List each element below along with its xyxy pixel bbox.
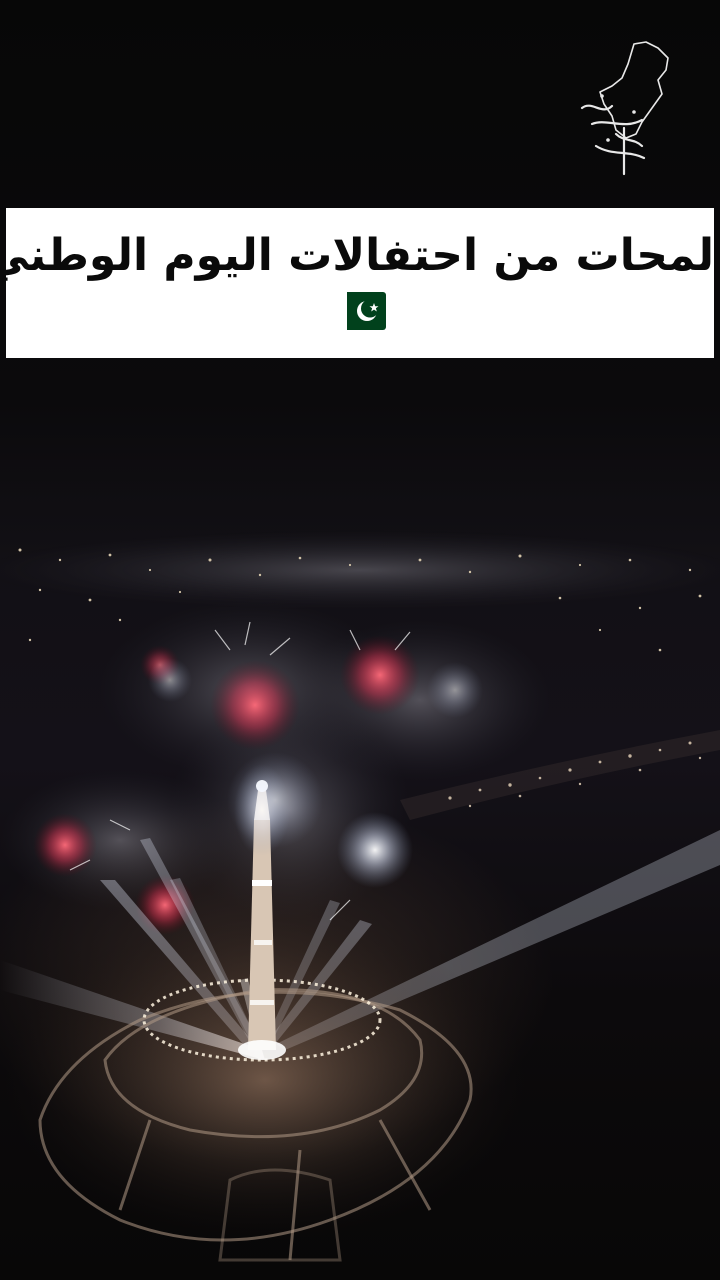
caption-title: لمحات من احتفالات اليوم الوطني [0, 230, 714, 281]
pakistan-flag-icon [334, 292, 386, 330]
pakistan-map-calligraphy-icon [580, 41, 669, 176]
caption-banner: لمحات من احتفالات اليوم الوطني [0, 208, 714, 358]
minar-fireworks-illustration [0, 530, 720, 1262]
channel-logo-watermark [572, 38, 676, 178]
video-frame: لمحات من احتفالات اليوم الوطني [0, 0, 720, 1280]
fireworks-night-scene [0, 360, 720, 1280]
